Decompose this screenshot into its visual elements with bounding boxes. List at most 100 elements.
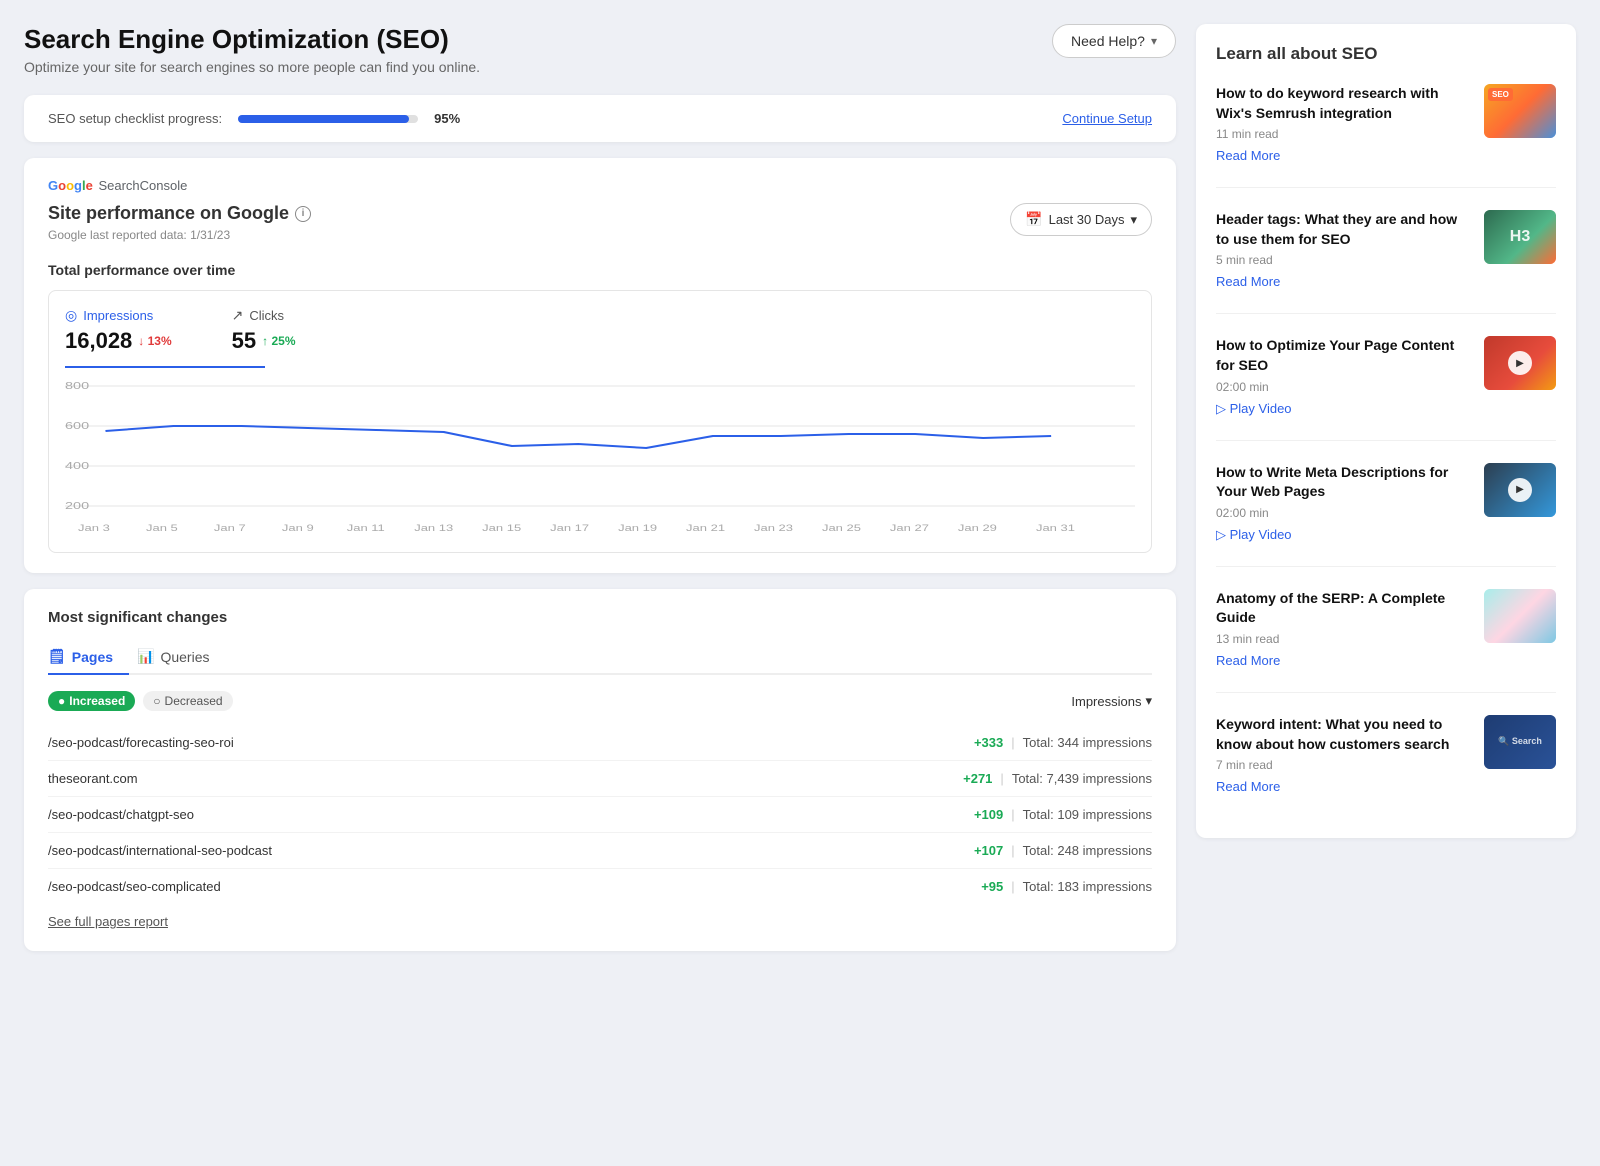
calendar-icon: 📅 — [1025, 211, 1042, 228]
thumbnail-3: ▶ — [1484, 336, 1556, 390]
svg-text:600: 600 — [65, 420, 89, 431]
clicks-value: 55 — [232, 328, 256, 354]
progress-bar-track — [238, 115, 418, 123]
svg-text:Jan 21: Jan 21 — [686, 524, 725, 534]
row-change: +271 — [963, 771, 992, 786]
increased-dot: ● — [58, 694, 65, 708]
impressions-change: ↓ 13% — [138, 334, 171, 348]
play-video-link[interactable]: ▷ Play Video — [1216, 401, 1292, 416]
queries-tab-icon: 📊 — [137, 648, 154, 665]
play-icon: ▶ — [1508, 478, 1532, 502]
article-title: Keyword intent: What you need to know ab… — [1216, 715, 1470, 754]
tabs-row: 🗒 Pages 📊 Queries — [48, 640, 1152, 675]
clicks-metric: ↗ Clicks 55 ↑ 25% — [232, 307, 296, 354]
article-title: How to do keyword research with Wix's Se… — [1216, 84, 1470, 123]
svg-text:Jan 29: Jan 29 — [958, 524, 997, 534]
row-total: Total: 109 impressions — [1023, 807, 1152, 822]
list-item: How to Optimize Your Page Content for SE… — [1216, 336, 1556, 440]
progress-card: SEO setup checklist progress: 95% Contin… — [24, 95, 1176, 142]
video-meta: 02:00 min — [1216, 506, 1470, 520]
read-more-link[interactable]: Read More — [1216, 779, 1280, 794]
svg-text:Jan 13: Jan 13 — [414, 524, 453, 534]
clicks-label: Clicks — [249, 308, 284, 323]
page-subtitle: Optimize your site for search engines so… — [24, 59, 480, 75]
decreased-label: Decreased — [165, 694, 223, 708]
metrics-box: ◎ Impressions 16,028 ↓ 13% ↗ Click — [48, 290, 1152, 553]
sidebar-card: Learn all about SEO How to do keyword re… — [1196, 24, 1576, 838]
row-total: Total: 183 impressions — [1023, 879, 1152, 894]
svg-text:200: 200 — [65, 500, 89, 511]
increased-badge[interactable]: ● Increased — [48, 691, 135, 711]
clicks-arrow-icon: ↗ — [232, 307, 244, 324]
row-url: /seo-podcast/chatgpt-seo — [48, 807, 194, 822]
read-more-link[interactable]: Read More — [1216, 653, 1280, 668]
sidebar-title: Learn all about SEO — [1216, 44, 1556, 64]
progress-percentage: 95% — [434, 111, 460, 126]
svg-text:Jan 5: Jan 5 — [146, 524, 178, 534]
row-change: +107 — [974, 843, 1003, 858]
read-more-link[interactable]: Read More — [1216, 274, 1280, 289]
tab-pages[interactable]: 🗒 Pages — [48, 640, 129, 675]
tab-queries[interactable]: 📊 Queries — [137, 640, 225, 675]
article-title: Header tags: What they are and how to us… — [1216, 210, 1470, 249]
progress-label: SEO setup checklist progress: — [48, 111, 222, 126]
impressions-sort[interactable]: Impressions ▾ — [1071, 693, 1152, 709]
changes-card: Most significant changes 🗒 Pages 📊 Queri… — [24, 589, 1176, 951]
list-item: Header tags: What they are and how to us… — [1216, 210, 1556, 314]
sort-chevron-icon: ▾ — [1145, 693, 1152, 709]
table-row: /seo-podcast/seo-complicated +95 | Total… — [48, 869, 1152, 904]
row-total: Total: 248 impressions — [1023, 843, 1152, 858]
continue-setup-link[interactable]: Continue Setup — [1062, 111, 1152, 126]
date-reported: Google last reported data: 1/31/23 — [48, 228, 311, 242]
site-performance-title: Site performance on Google — [48, 203, 289, 224]
article-meta: 13 min read — [1216, 632, 1470, 646]
row-url: /seo-podcast/international-seo-podcast — [48, 843, 272, 858]
row-total: Total: 7,439 impressions — [1012, 771, 1152, 786]
article-meta: 11 min read — [1216, 127, 1470, 141]
date-range-button[interactable]: 📅 Last 30 Days ▾ — [1010, 203, 1152, 236]
list-item: Keyword intent: What you need to know ab… — [1216, 715, 1556, 818]
row-change: +333 — [974, 735, 1003, 750]
info-icon[interactable]: i — [295, 206, 311, 222]
svg-text:Jan 15: Jan 15 — [482, 524, 521, 534]
article-title: Anatomy of the SERP: A Complete Guide — [1216, 589, 1470, 628]
table-row: /seo-podcast/chatgpt-seo +109 | Total: 1… — [48, 797, 1152, 833]
svg-text:Jan 19: Jan 19 — [618, 524, 657, 534]
article-meta: 7 min read — [1216, 758, 1470, 772]
thumbnail-5 — [1484, 589, 1556, 643]
increased-label: Increased — [69, 694, 125, 708]
video-title: How to Optimize Your Page Content for SE… — [1216, 336, 1470, 375]
svg-text:400: 400 — [65, 460, 89, 471]
svg-text:Jan 17: Jan 17 — [550, 524, 589, 534]
row-change: +109 — [974, 807, 1003, 822]
pages-tab-icon: 🗒 — [48, 648, 66, 665]
row-change: +95 — [981, 879, 1003, 894]
list-item: How to do keyword research with Wix's Se… — [1216, 84, 1556, 188]
thumbnail-4: ▶ — [1484, 463, 1556, 517]
thumbnail-2: H3 — [1484, 210, 1556, 264]
date-range-label: Last 30 Days — [1049, 212, 1125, 227]
console-card: Google SearchConsole Site performance on… — [24, 158, 1176, 573]
clicks-change: ↑ 25% — [262, 334, 295, 348]
list-item: How to Write Meta Descriptions for Your … — [1216, 463, 1556, 567]
play-video-link[interactable]: ▷ Play Video — [1216, 527, 1292, 542]
decreased-badge[interactable]: ○ Decreased — [143, 691, 232, 711]
video-title: How to Write Meta Descriptions for Your … — [1216, 463, 1470, 502]
svg-text:Jan 11: Jan 11 — [347, 524, 385, 534]
svg-text:Jan 7: Jan 7 — [214, 524, 246, 534]
impressions-metric: ◎ Impressions 16,028 ↓ 13% — [65, 307, 172, 354]
page-title: Search Engine Optimization (SEO) — [24, 24, 480, 55]
table-row: theseorant.com +271 | Total: 7,439 impre… — [48, 761, 1152, 797]
row-url: /seo-podcast/seo-complicated — [48, 879, 221, 894]
progress-bar-fill — [238, 115, 409, 123]
svg-text:800: 800 — [65, 380, 89, 391]
data-rows: /seo-podcast/forecasting-seo-roi +333 | … — [48, 725, 1152, 904]
play-icon: ▶ — [1508, 351, 1532, 375]
sidebar-column: Learn all about SEO How to do keyword re… — [1196, 24, 1576, 951]
changes-title: Most significant changes — [48, 609, 1152, 626]
read-more-link[interactable]: Read More — [1216, 148, 1280, 163]
queries-tab-label: Queries — [160, 649, 209, 665]
performance-chart: 800 600 400 200 Jan 3 Jan 5 Jan 7 Jan 9 … — [65, 376, 1135, 536]
need-help-button[interactable]: Need Help? ▾ — [1052, 24, 1176, 58]
see-full-report-link[interactable]: See full pages report — [48, 914, 168, 929]
